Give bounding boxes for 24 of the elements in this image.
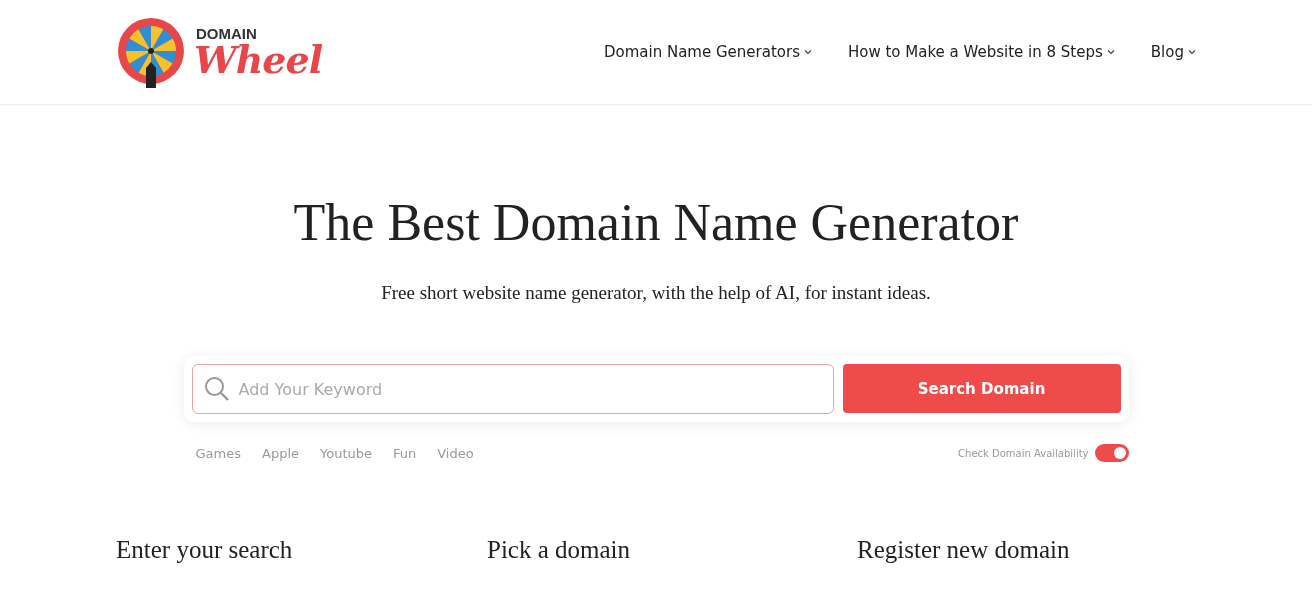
chevron-down-icon	[1106, 49, 1115, 55]
search-button[interactable]: Search Domain	[842, 364, 1121, 413]
availability-toggle[interactable]	[1094, 444, 1129, 462]
nav-link[interactable]: Domain Name Generators	[604, 43, 812, 61]
step-heading: Enter your search	[116, 536, 294, 564]
suggestion-link[interactable]: Fun	[393, 445, 417, 461]
logo-wordmark[interactable]: Wheel	[194, 40, 323, 79]
subtitle: Free short website name generator, with the help of AI, for instant ideas.	[381, 282, 931, 304]
chevron-down-icon	[1188, 49, 1196, 55]
logo-text[interactable]: DOMAIN	[196, 25, 323, 41]
keyword-field[interactable]: Add Your Keyword	[191, 364, 834, 414]
suggestion-link[interactable]: Apple	[262, 445, 299, 461]
suggestion-link[interactable]: Games	[195, 445, 241, 461]
page-title: The Best Domain Name Generator	[293, 193, 1019, 252]
chevron-down-icon	[803, 49, 812, 55]
nav-link[interactable]: How to Make a Website in 8 Steps	[847, 43, 1115, 61]
search-icon	[203, 376, 230, 402]
suggestion-link[interactable]: Video	[437, 445, 474, 461]
step-heading: Pick a domain	[487, 536, 632, 564]
nav-link[interactable]: Blog	[1150, 43, 1196, 61]
wheel-logo-icon	[116, 16, 186, 88]
availability-label: Check Domain Availability	[958, 447, 1089, 459]
suggestion-link[interactable]: Youtube	[320, 445, 372, 461]
step-heading: Register new domain	[857, 536, 1071, 564]
